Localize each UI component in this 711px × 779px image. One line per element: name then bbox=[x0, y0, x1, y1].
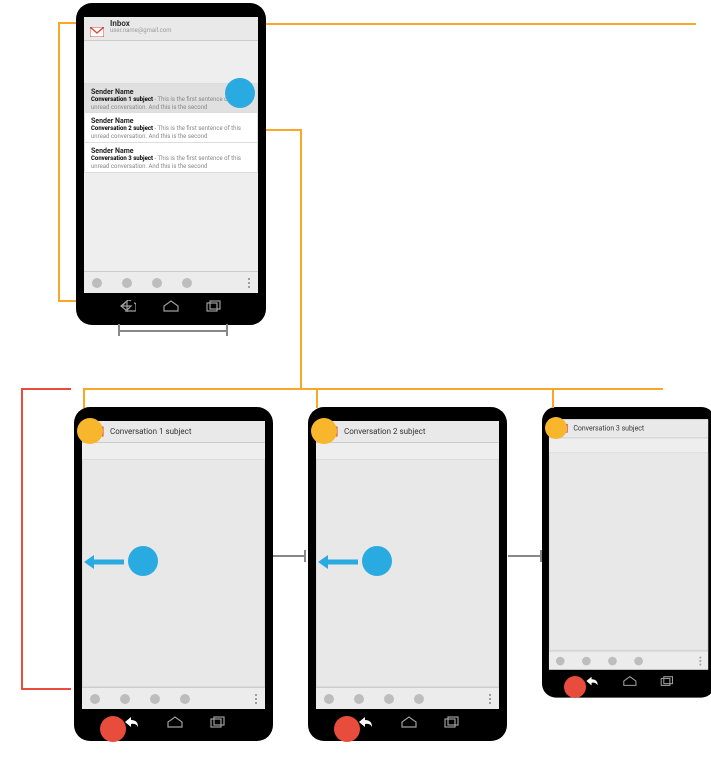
action-dot[interactable] bbox=[182, 278, 192, 288]
recents-icon[interactable] bbox=[210, 716, 226, 728]
action-dot[interactable] bbox=[384, 694, 394, 704]
inbox-subtitle: user.name@gmail.com bbox=[110, 28, 171, 34]
action-bar bbox=[84, 271, 258, 293]
sender-name: Sender Name bbox=[91, 147, 251, 155]
message-body[interactable] bbox=[316, 459, 499, 687]
action-dot[interactable] bbox=[324, 694, 334, 704]
gmail-icon bbox=[90, 22, 104, 32]
overflow-icon[interactable] bbox=[489, 694, 491, 704]
action-dot[interactable] bbox=[120, 694, 130, 704]
action-dot[interactable] bbox=[582, 656, 591, 665]
home-icon[interactable] bbox=[162, 300, 180, 312]
sender-name: Sender Name bbox=[91, 117, 251, 125]
overflow-icon[interactable] bbox=[699, 656, 701, 665]
inbox-header: Inbox user.name@gmail.com bbox=[84, 17, 258, 41]
detail-header: Conversation 3 subject bbox=[549, 419, 708, 438]
action-dot[interactable] bbox=[608, 656, 617, 665]
home-icon[interactable] bbox=[166, 716, 184, 728]
action-dot[interactable] bbox=[556, 656, 565, 665]
recents-icon[interactable] bbox=[444, 716, 460, 728]
swipe-indicator bbox=[128, 546, 158, 576]
action-bar bbox=[549, 651, 708, 670]
action-bar bbox=[82, 687, 265, 709]
detail-title: Conversation 2 subject bbox=[344, 427, 425, 436]
home-icon[interactable] bbox=[622, 676, 638, 686]
action-dot[interactable] bbox=[122, 278, 132, 288]
detail-header: Conversation 2 subject bbox=[316, 421, 499, 443]
system-navbar bbox=[549, 671, 708, 690]
message-item[interactable]: Sender Name Conversation 1 subject - Thi… bbox=[84, 83, 258, 113]
action-dot[interactable] bbox=[354, 694, 364, 704]
action-dot[interactable] bbox=[90, 694, 100, 704]
screen-detail: Conversation 1 subject bbox=[82, 421, 265, 709]
action-dot[interactable] bbox=[414, 694, 424, 704]
message-body[interactable] bbox=[549, 452, 708, 650]
recents-icon[interactable] bbox=[206, 300, 222, 312]
message-subject: Conversation 2 subject bbox=[91, 125, 153, 132]
phone-frame-inbox: Inbox user.name@gmail.com Sender Name Co… bbox=[76, 3, 266, 325]
phone-frame-detail-3: Conversation 3 subject bbox=[542, 407, 711, 698]
message-item[interactable]: Sender Name Conversation 2 subject - Thi… bbox=[84, 113, 258, 143]
action-dot[interactable] bbox=[150, 694, 160, 704]
gmail-up-icon[interactable] bbox=[554, 423, 568, 433]
detail-title: Conversation 1 subject bbox=[110, 427, 191, 436]
screen-detail: Conversation 3 subject bbox=[549, 419, 708, 670]
action-bar bbox=[316, 687, 499, 709]
gmail-up-icon[interactable] bbox=[88, 426, 104, 438]
system-navbar bbox=[82, 711, 265, 733]
phone-frame-detail-1: Conversation 1 subject bbox=[74, 407, 273, 741]
detail-header: Conversation 1 subject bbox=[82, 421, 265, 443]
screen-detail: Conversation 2 subject bbox=[316, 421, 499, 709]
overflow-icon[interactable] bbox=[248, 278, 250, 288]
home-icon[interactable] bbox=[400, 716, 418, 728]
message-subject: Conversation 3 subject bbox=[91, 155, 153, 162]
action-dot[interactable] bbox=[634, 656, 643, 665]
back-icon[interactable] bbox=[356, 715, 374, 729]
system-navbar bbox=[316, 711, 499, 733]
screen-inbox: Inbox user.name@gmail.com Sender Name Co… bbox=[84, 17, 258, 293]
action-dot[interactable] bbox=[92, 278, 102, 288]
message-list: Sender Name Conversation 1 subject - Thi… bbox=[84, 41, 258, 173]
back-icon[interactable] bbox=[122, 715, 140, 729]
message-subject: Conversation 1 subject bbox=[91, 96, 153, 103]
overflow-icon[interactable] bbox=[255, 694, 257, 704]
back-icon[interactable] bbox=[583, 675, 599, 687]
swipe-indicator bbox=[362, 546, 392, 576]
message-item[interactable]: Sender Name Conversation 3 subject - Thi… bbox=[84, 143, 258, 173]
recents-icon[interactable] bbox=[660, 676, 674, 686]
system-navbar bbox=[84, 295, 258, 317]
gmail-up-icon[interactable] bbox=[322, 426, 338, 438]
phone-frame-detail-2: Conversation 2 subject bbox=[308, 407, 507, 741]
detail-title: Conversation 3 subject bbox=[573, 424, 644, 432]
message-body[interactable] bbox=[82, 459, 265, 687]
action-dot[interactable] bbox=[152, 278, 162, 288]
back-icon[interactable] bbox=[120, 300, 136, 312]
action-dot[interactable] bbox=[180, 694, 190, 704]
touch-indicator bbox=[225, 78, 255, 108]
